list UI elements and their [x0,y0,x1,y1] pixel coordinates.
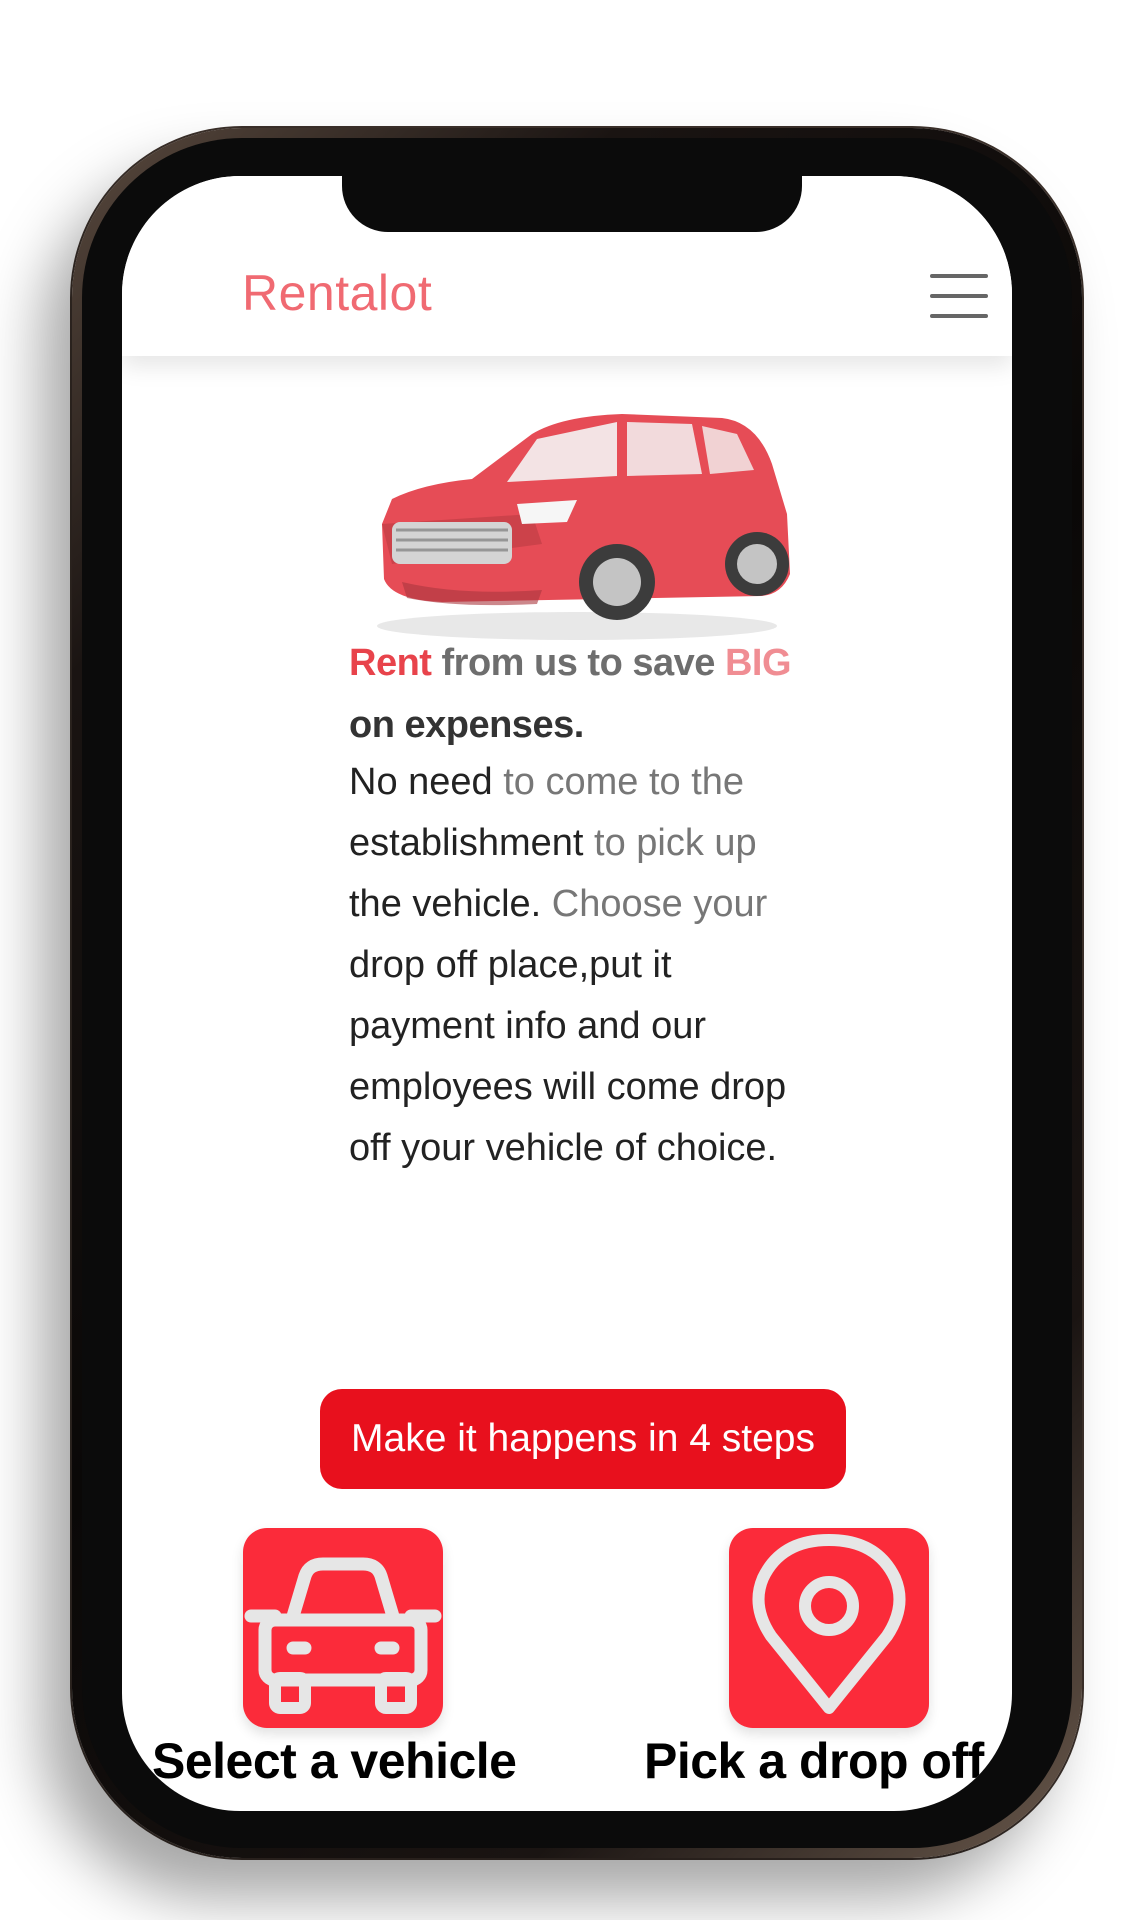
menu-line [930,314,988,318]
body-part: drop off place,put it payment info and o… [349,944,787,1169]
body-part: to come to the [503,761,745,803]
red-suv-image [377,414,790,640]
body-part: the vehicle. [349,883,542,925]
hamburger-menu-icon[interactable] [930,272,988,320]
location-pin-icon[interactable] [729,1528,929,1728]
car-icon[interactable] [243,1528,443,1728]
brand-logo[interactable]: Rentalot [242,264,432,322]
phone-notch [342,176,802,232]
headline-rent: Rent [349,642,432,684]
hero-headline: Rent from us to save BIG on expenses. [349,632,819,756]
headline-middle: from us to save [431,642,725,684]
body-part: to pick up [583,822,757,864]
menu-line [930,294,988,298]
headline-end: on expenses. [349,704,584,746]
phone-screen: Rentalot Rent from us to save BIG on exp… [122,176,1012,1811]
hero-description: No need to come to the establishment to … [349,752,819,1179]
steps-cta-button[interactable]: Make it happens in 4 steps [320,1389,846,1489]
body-part: establishment [349,822,584,864]
menu-line [930,274,988,278]
device-mockup: Rentalot Rent from us to save BIG on exp… [0,0,1141,1920]
phone-frame: Rentalot Rent from us to save BIG on exp… [72,128,1082,1858]
headline-big: BIG [724,642,792,684]
body-part: Choose your [541,883,768,925]
body-part: No need [349,761,504,803]
step-label: Select a vehicle [152,1733,517,1789]
step-label: Pick a drop off [644,1733,984,1789]
